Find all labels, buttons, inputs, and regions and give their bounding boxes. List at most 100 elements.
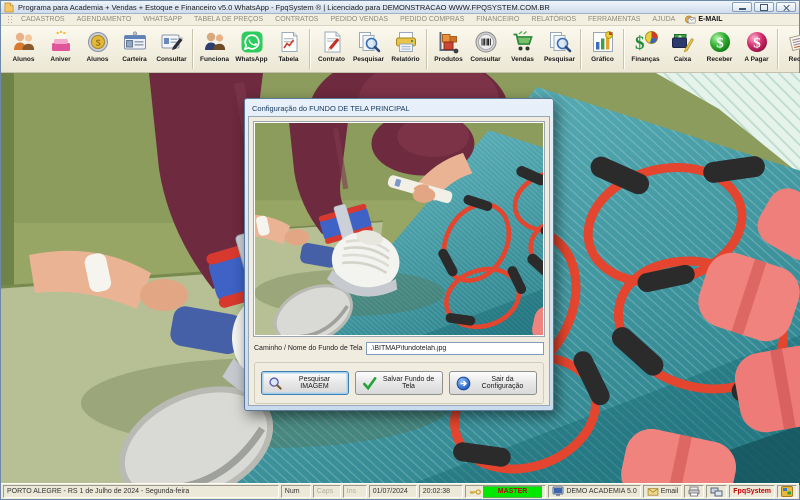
menu-whatsapp[interactable]: WHATSAPP	[137, 16, 188, 23]
toolbar-relatorio[interactable]: Relatório	[387, 27, 424, 63]
status-num-lock: Num	[280, 485, 311, 498]
toolbar-separator	[623, 29, 624, 69]
toolbar-separator	[580, 29, 581, 69]
dialog-button-group: Pesquisar IMAGEM Salvar Fundo de Tela Sa…	[254, 362, 544, 404]
restore-button[interactable]	[754, 2, 774, 12]
computer-icon	[552, 486, 564, 497]
price-table-icon	[281, 32, 297, 52]
toolbar: Alunos Aniver Alunos Carteira Consultar …	[1, 26, 800, 73]
toolbar-vendas[interactable]: Vendas	[504, 27, 541, 63]
go-arrow-icon	[456, 376, 471, 390]
coin-medal-icon	[87, 32, 108, 52]
toolbar-contrato[interactable]: Contrato	[313, 27, 350, 63]
config-dialog: Configuração do FUNDO DE TELA PRINCIPAL …	[244, 98, 554, 411]
toolbar-financas[interactable]: $ Finanças	[627, 27, 664, 63]
whatsapp-icon	[241, 31, 262, 53]
toolbar-recibo[interactable]: Recibo	[781, 27, 800, 63]
app-badge-icon	[781, 486, 793, 497]
bar-chart-icon	[592, 31, 613, 52]
window-title: Programa para Academia + Vendas + Estoqu…	[18, 2, 550, 12]
menu-tabela-precos[interactable]: TABELA DE PREÇOS	[188, 16, 269, 23]
menu-pedido-compras[interactable]: PEDIDO COMPRAS	[394, 16, 470, 23]
toolbar-separator	[192, 29, 193, 69]
toolbar-consultar-produtos[interactable]: Consultar	[467, 27, 504, 63]
status-time: 20:02:38	[418, 485, 463, 498]
dialog-title: Configuração do FUNDO DE TELA PRINCIPAL	[252, 104, 410, 113]
toolbar-alunos-2[interactable]: Alunos	[79, 27, 116, 63]
app-icon	[4, 2, 14, 12]
title-bar: Programa para Academia + Vendas + Estoqu…	[1, 1, 799, 14]
status-date: 01/07/2024	[368, 485, 417, 498]
toolbar-carteira[interactable]: Carteira	[116, 27, 153, 63]
wallpaper-path-input[interactable]	[366, 342, 544, 355]
students-icon	[13, 32, 34, 50]
products-handtruck-icon	[439, 32, 458, 54]
minimize-icon	[738, 8, 746, 10]
report-printer-icon	[395, 32, 416, 52]
toolbar-alunos[interactable]: Alunos	[5, 27, 42, 63]
menu-pedido-vendas[interactable]: PEDIDO VENDAS	[324, 16, 394, 23]
toolbar-aniver[interactable]: Aniver	[42, 27, 79, 63]
menu-cadastros[interactable]: CADASTROS	[15, 16, 71, 23]
menu-ajuda[interactable]: AJUDA	[646, 16, 681, 23]
cash-register-icon	[671, 34, 694, 53]
search-docs-icon	[358, 32, 380, 53]
toolbar-produtos[interactable]: Produtos	[430, 27, 467, 63]
finance-pie-icon: $	[635, 31, 658, 54]
status-email[interactable]: Email	[642, 485, 683, 498]
menu-bar: CADASTROS AGENDAMENTO WHATSAPP TABELA DE…	[1, 14, 799, 26]
toolbar-whatsapp[interactable]: WhatsApp	[233, 27, 270, 63]
exit-config-button[interactable]: Sair da Configuração	[449, 371, 537, 395]
card-pen-icon	[161, 34, 183, 50]
network-icon	[710, 487, 723, 496]
menu-email[interactable]: E-MAIL	[681, 15, 726, 24]
save-wallpaper-button[interactable]: Salvar Fundo de Tela	[355, 371, 443, 395]
birthday-cake-icon	[51, 30, 70, 51]
menu-contratos[interactable]: CONTRATOS	[269, 16, 324, 23]
svg-text:$: $	[635, 33, 645, 54]
search-docs-icon	[549, 32, 571, 53]
status-network[interactable]	[706, 485, 728, 498]
menu-financeiro[interactable]: FINANCEIRO	[470, 16, 525, 23]
toolbar-funcionarios[interactable]: Funciona	[196, 27, 233, 63]
status-caps-lock: Caps	[312, 485, 341, 498]
menu-agendamento[interactable]: AGENDAMENTO	[71, 16, 138, 23]
close-icon	[783, 4, 790, 11]
toolbar-tabela[interactable]: Tabela	[270, 27, 307, 63]
status-company: DEMO ACADEMIA 5.0	[548, 485, 641, 498]
toolbar-a-pagar[interactable]: $ A Pagar	[738, 27, 775, 63]
status-printer[interactable]	[684, 485, 705, 498]
menu-ferramentas[interactable]: FERRAMENTAS	[582, 16, 646, 23]
status-location: PORTO ALEGRE - RS 1 de Julho de 2024 - S…	[3, 485, 279, 498]
menu-relatorios[interactable]: RELATÓRIOS	[525, 16, 582, 23]
printer-icon	[688, 486, 700, 497]
toolbar-pesquisar-vendas[interactable]: Pesquisar	[541, 27, 578, 63]
shopping-cart-icon	[513, 30, 533, 51]
toolbar-caixa[interactable]: Caixa	[664, 27, 701, 63]
status-app-badge	[777, 485, 797, 498]
status-user-level: MASTER	[464, 485, 547, 498]
receipt-icon	[788, 32, 800, 52]
key-icon	[469, 488, 481, 495]
receive-coin-icon: $	[709, 32, 730, 52]
id-card-icon	[123, 31, 146, 50]
svg-text:$: $	[753, 36, 761, 52]
pay-coin-icon: $	[746, 32, 767, 52]
search-image-button[interactable]: Pesquisar IMAGEM	[261, 371, 349, 395]
toolbar-grip	[7, 15, 12, 24]
restore-icon	[760, 3, 768, 11]
app-window: Programa para Academia + Vendas + Estoqu…	[0, 0, 800, 500]
status-bar: PORTO ALEGRE - RS 1 de Julho de 2024 - S…	[1, 483, 799, 499]
status-insert: Ins	[342, 485, 367, 498]
minimize-button[interactable]	[732, 2, 752, 12]
close-button[interactable]	[776, 2, 796, 12]
barcode-icon	[475, 31, 496, 53]
toolbar-pesquisar-contrato[interactable]: Pesquisar	[350, 27, 387, 63]
toolbar-consultar-carteira[interactable]: Consultar	[153, 27, 190, 63]
toolbar-grafico[interactable]: Gráfico	[584, 27, 621, 63]
toolbar-receber[interactable]: $ Receber	[701, 27, 738, 63]
contract-icon	[324, 31, 340, 53]
svg-text:$: $	[716, 36, 724, 52]
mail-icon	[647, 488, 659, 496]
status-brand: FpqSystem	[729, 485, 775, 498]
